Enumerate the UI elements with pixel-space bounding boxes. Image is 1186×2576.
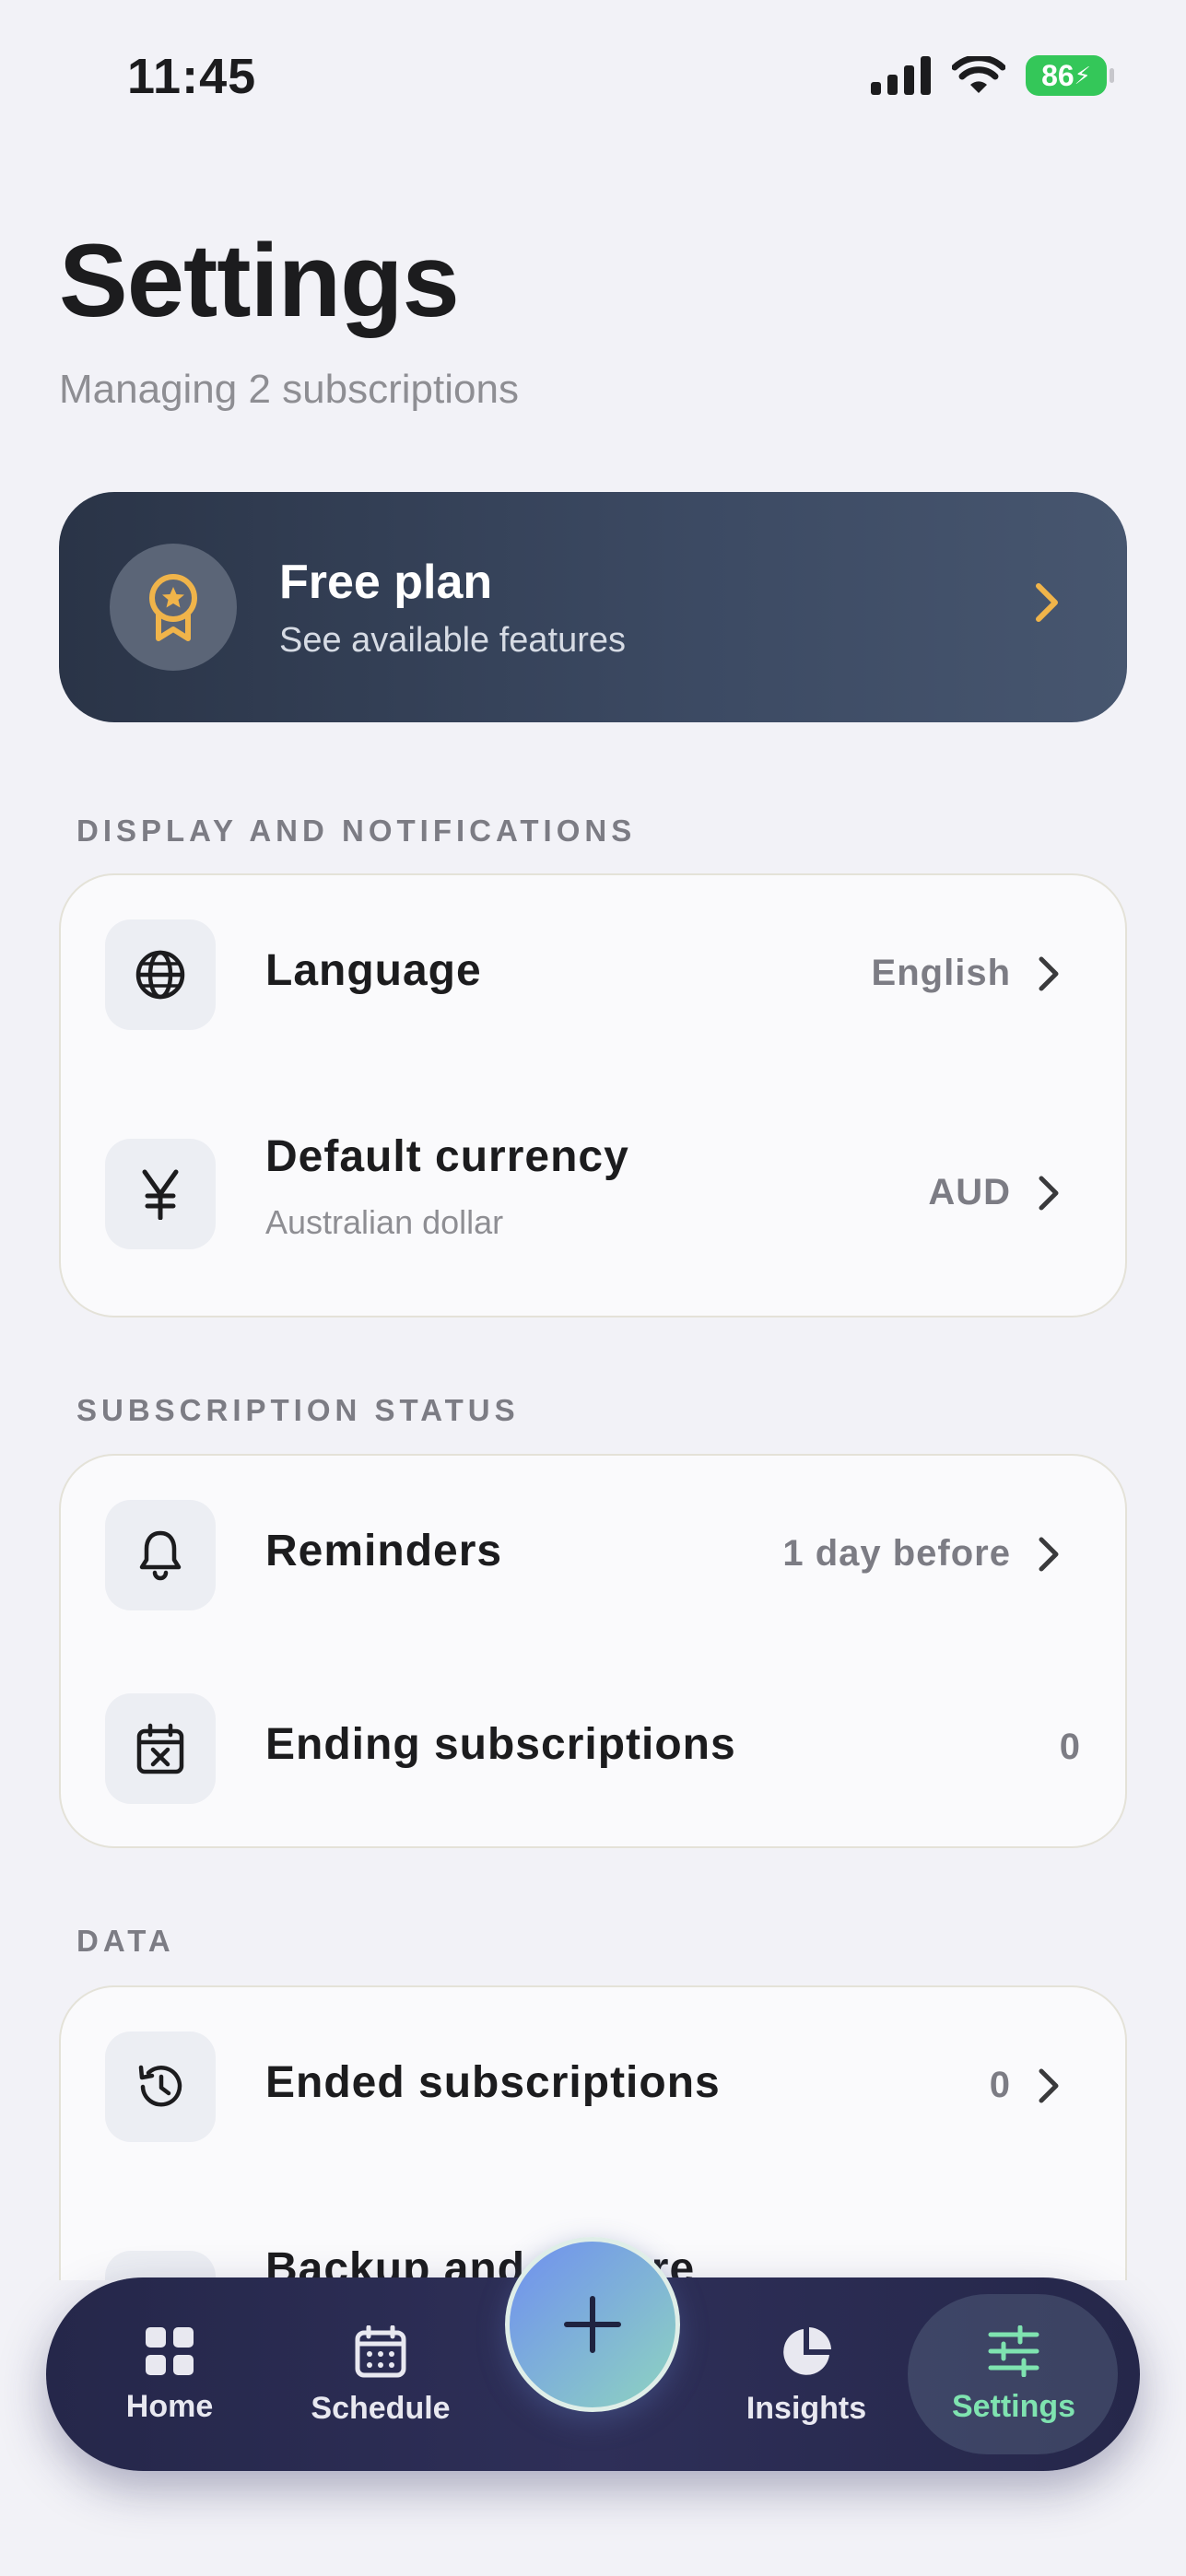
tab-schedule-label: Schedule	[311, 2391, 451, 2426]
sliders-icon	[988, 2324, 1039, 2378]
add-subscription-button[interactable]	[505, 2237, 680, 2412]
tab-home-label: Home	[125, 2389, 214, 2424]
chevron-right-icon	[1039, 2068, 1059, 2103]
chevron-right-icon	[1039, 956, 1059, 991]
language-row[interactable]: Language English	[61, 919, 1125, 1030]
ending-subscriptions-value: 0	[1059, 1727, 1081, 1767]
reminders-row[interactable]: Reminders 1 day before	[61, 1500, 1125, 1610]
chevron-right-icon	[1039, 1176, 1059, 1211]
battery-level: 86	[1041, 58, 1074, 92]
display-settings-card: Language English Default currency Austra…	[59, 873, 1127, 1317]
tab-insights[interactable]: Insights	[728, 2325, 885, 2427]
ending-subscriptions-row[interactable]: Ending subscriptions 0	[61, 1693, 1125, 1804]
globe-icon	[105, 919, 216, 1030]
chevron-right-icon	[1039, 1537, 1059, 1572]
calendar-x-icon	[105, 1693, 216, 1804]
currency-value: AUD	[928, 1172, 1011, 1212]
status-icons: 86 ⚡	[871, 55, 1114, 96]
data-card: Ended subscriptions 0 Backup and restore	[59, 1985, 1127, 2280]
grid-icon	[146, 2327, 194, 2375]
ended-subscriptions-row[interactable]: Ended subscriptions 0	[61, 2032, 1125, 2142]
battery-indicator: 86 ⚡	[1026, 55, 1114, 96]
free-plan-card[interactable]: Free plan See available features	[59, 492, 1127, 722]
pie-chart-icon	[783, 2327, 831, 2375]
tab-settings[interactable]: Settings	[931, 2324, 1097, 2425]
cellular-signal-icon	[871, 56, 931, 95]
currency-title: Default currency	[265, 1132, 629, 1181]
yen-icon	[105, 1139, 216, 1249]
language-title: Language	[265, 946, 482, 995]
tab-insights-label: Insights	[746, 2391, 867, 2426]
currency-subtitle: Australian dollar	[265, 1203, 504, 1241]
ended-subscriptions-value: 0	[989, 2065, 1011, 2105]
tab-schedule[interactable]: Schedule	[291, 2324, 470, 2427]
ended-subscriptions-title: Ended subscriptions	[265, 2058, 721, 2107]
plan-title: Free plan	[279, 555, 493, 609]
wifi-icon	[952, 56, 1005, 93]
history-icon	[105, 2032, 216, 2142]
subscription-status-card: Reminders 1 day before Ending subscripti…	[59, 1454, 1127, 1848]
section-label-display: DISPLAY AND NOTIFICATIONS	[76, 814, 637, 848]
award-badge-icon	[110, 544, 237, 671]
ending-subscriptions-title: Ending subscriptions	[265, 1720, 736, 1769]
bell-icon	[105, 1500, 216, 1610]
plus-icon	[564, 2296, 621, 2353]
tab-settings-label: Settings	[951, 2389, 1076, 2424]
language-value: English	[871, 953, 1011, 993]
default-currency-row[interactable]: Default currency Australian dollar AUD	[61, 1132, 1125, 1249]
calendar-icon	[355, 2324, 406, 2378]
tab-home[interactable]: Home	[96, 2325, 243, 2425]
chevron-right-icon	[1036, 583, 1058, 622]
status-time: 11:45	[127, 49, 257, 104]
section-label-status: SUBSCRIPTION STATUS	[76, 1393, 520, 1427]
reminders-title: Reminders	[265, 1527, 503, 1575]
backup-icon	[105, 2251, 216, 2280]
page-subtitle: Managing 2 subscriptions	[59, 367, 519, 412]
page-title: Settings	[59, 223, 460, 338]
section-label-data: DATA	[76, 1924, 175, 1958]
reminders-value: 1 day before	[782, 1533, 1011, 1574]
plan-subtitle: See available features	[279, 620, 627, 660]
